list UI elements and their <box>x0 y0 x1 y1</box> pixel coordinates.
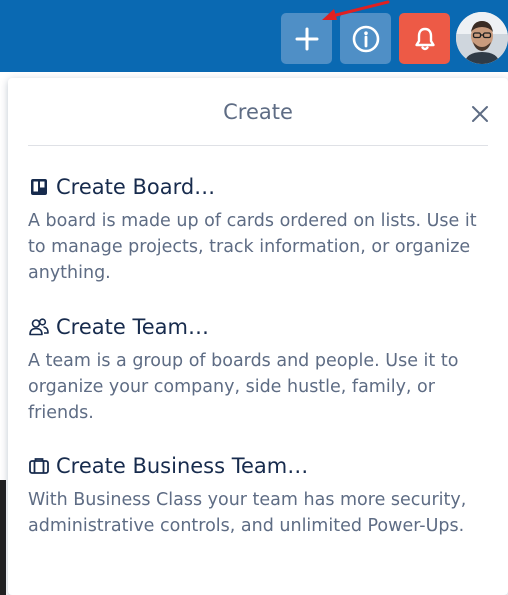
briefcase-icon <box>28 455 50 477</box>
close-button[interactable] <box>466 100 494 128</box>
create-business-team-option[interactable]: Create Business Team… With Business Clas… <box>28 451 498 539</box>
create-button[interactable] <box>281 13 332 64</box>
board-icon <box>28 176 50 198</box>
create-board-option[interactable]: Create Board… A board is made up of card… <box>28 172 498 286</box>
create-board-description: A board is made up of cards ordered on l… <box>28 211 477 283</box>
create-business-team-title: Create Business Team… <box>56 454 309 478</box>
bell-icon <box>414 27 435 50</box>
plus-icon <box>295 27 318 50</box>
header-divider <box>28 145 488 146</box>
create-team-description: A team is a group of boards and people. … <box>28 351 459 423</box>
notifications-button[interactable] <box>399 13 450 64</box>
create-business-team-description: With Business Class your team has more s… <box>28 490 467 536</box>
team-icon <box>28 316 50 338</box>
create-team-option[interactable]: Create Team… A team is a group of boards… <box>28 312 498 426</box>
info-button[interactable] <box>340 13 391 64</box>
popover-title: Create <box>223 100 293 124</box>
user-avatar[interactable] <box>456 12 508 64</box>
popover-header: Create <box>8 78 508 146</box>
info-icon <box>352 25 379 52</box>
create-popover: Create Create Board… A board is made up … <box>8 78 508 595</box>
create-board-title: Create Board… <box>56 175 216 199</box>
create-team-title: Create Team… <box>56 315 209 339</box>
avatar-photo <box>456 12 508 64</box>
left-window-edge <box>0 480 6 595</box>
close-icon <box>472 106 488 122</box>
top-navigation-bar <box>0 0 508 72</box>
